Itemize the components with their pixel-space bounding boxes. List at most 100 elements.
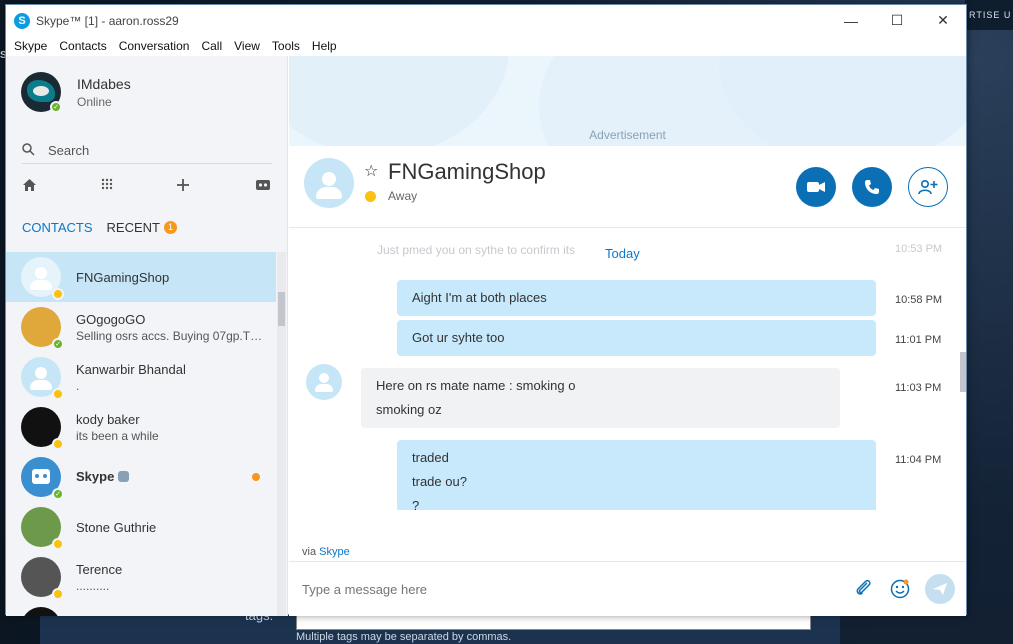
- away-status-icon: [365, 191, 376, 202]
- menu-tools[interactable]: Tools: [266, 39, 306, 53]
- message-composer: [289, 561, 966, 616]
- voice-call-button[interactable]: [852, 167, 892, 207]
- faded-message: Just pmed you on sythe to confirm its: [377, 243, 576, 257]
- advertisement-banner[interactable]: Advertisement: [289, 56, 966, 146]
- message-text: traded: [412, 450, 449, 465]
- conversation-header: ☆ FNGamingShop Away: [289, 146, 966, 228]
- contact-mood: ..........: [76, 578, 110, 593]
- profile-status[interactable]: Online: [77, 95, 131, 109]
- profile-name: IMdabes: [77, 75, 131, 92]
- contact-mood: .: [76, 378, 80, 393]
- profile-card[interactable]: ✓ IMdabes Online: [21, 72, 131, 113]
- contact-row[interactable]: ✓ Skype: [6, 452, 276, 502]
- message-bubble[interactable]: Aight I'm at both places: [397, 280, 876, 316]
- avatar[interactable]: [306, 364, 342, 400]
- contact-name: GOgogoGO: [76, 311, 146, 327]
- contact-row[interactable]: Stone Guthrie: [6, 502, 276, 552]
- message-text: smoking oz: [376, 402, 442, 417]
- contact-name: Kanwarbir Bhandal: [76, 361, 186, 377]
- message-bubble[interactable]: traded trade ou? ?: [397, 440, 876, 510]
- online-status-icon: ✓: [52, 338, 64, 350]
- avatar: ✓: [21, 457, 64, 500]
- contact-row[interactable]: [6, 602, 276, 616]
- favorite-star-icon[interactable]: ☆: [364, 161, 378, 181]
- dialpad-icon[interactable]: [101, 178, 113, 197]
- contact-mood: Selling osrs accs. Buying 07gp.Th...: [76, 328, 266, 343]
- conversation-pane: Advertisement ☆ FNGamingShop Away Just p…: [289, 56, 966, 616]
- contact-name: Terence: [76, 561, 123, 577]
- avatar: [21, 357, 64, 400]
- away-status-icon: [52, 388, 64, 400]
- contact-mood: its been a while: [76, 428, 159, 443]
- contact-row[interactable]: kody baker its been a while: [6, 402, 276, 452]
- tab-recent-label: RECENT: [106, 220, 160, 235]
- contact-list-scrollbar[interactable]: [277, 252, 286, 616]
- menu-conversation[interactable]: Conversation: [113, 39, 196, 53]
- attach-file-icon[interactable]: [855, 579, 873, 602]
- contact-row[interactable]: ✓ GOgogoGO Selling osrs accs. Buying 07gp…: [6, 302, 276, 352]
- contact-row[interactable]: Terence..........: [6, 552, 276, 602]
- contact-row[interactable]: Kanwarbir Bhandal.: [6, 352, 276, 402]
- sidebar-toolbar: [22, 178, 272, 197]
- avatar[interactable]: [304, 158, 354, 208]
- skype-logo-icon: S: [14, 12, 30, 29]
- contact-tabs: CONTACTS RECENT 1: [22, 220, 191, 235]
- tags-hint: Multiple tags may be separated by commas…: [296, 631, 512, 643]
- maximize-button[interactable]: ☐: [874, 5, 920, 36]
- message-text: ?: [412, 498, 420, 510]
- tab-contacts[interactable]: CONTACTS: [22, 220, 93, 235]
- message-text: trade ou?: [412, 474, 467, 489]
- window-title: Skype™ [1] - aaron.ross29: [36, 13, 179, 28]
- verified-icon: [118, 471, 130, 483]
- bot-icon[interactable]: [254, 178, 272, 197]
- away-status-icon: [52, 538, 64, 550]
- message-input[interactable]: [302, 582, 822, 597]
- add-participant-button[interactable]: [908, 167, 948, 207]
- search-icon: [22, 142, 38, 159]
- home-icon[interactable]: [22, 178, 37, 197]
- message-time: 11:04 PM: [895, 454, 942, 466]
- via-skype-link[interactable]: Skype: [319, 546, 350, 558]
- faded-message-time: 10:53 PM: [895, 243, 943, 255]
- contact-name: FNGamingShop: [76, 269, 170, 285]
- via-label: via Skype: [302, 546, 350, 558]
- minimize-button[interactable]: —: [828, 5, 874, 36]
- search-box[interactable]: Search: [22, 138, 272, 164]
- contact-list: FNGamingShop ✓ GOgogoGO Selling osrs accs…: [6, 252, 276, 616]
- message-time: 10:58 PM: [895, 294, 943, 306]
- desktop-banner-text: RTISE U: [965, 0, 1013, 30]
- contact-name: kody baker: [76, 411, 140, 427]
- avatar: [21, 257, 64, 300]
- send-button[interactable]: [925, 574, 955, 604]
- tab-recent[interactable]: RECENT 1: [107, 220, 177, 235]
- message-scrollbar[interactable]: [960, 352, 966, 392]
- contact-row[interactable]: FNGamingShop: [6, 252, 276, 302]
- conversation-title: FNGamingShop: [388, 159, 546, 184]
- via-prefix: via: [302, 546, 317, 558]
- message-text: Aight I'm at both places: [412, 290, 547, 305]
- away-status-icon: [52, 288, 64, 300]
- avatar: [21, 557, 64, 600]
- menu-help[interactable]: Help: [306, 39, 343, 53]
- contact-name: Skype: [76, 469, 115, 484]
- message-bubble[interactable]: Got ur syhte too: [397, 320, 876, 356]
- close-button[interactable]: ✕: [920, 5, 966, 36]
- message-text: Got ur syhte too: [412, 330, 505, 345]
- away-status-icon: [52, 438, 64, 450]
- avatar: [21, 607, 61, 616]
- add-icon[interactable]: [176, 178, 190, 197]
- menu-contacts[interactable]: Contacts: [53, 39, 112, 53]
- add-person-icon: [918, 179, 938, 195]
- menu-skype[interactable]: Skype: [8, 39, 53, 53]
- skype-window: S Skype™ [1] - aaron.ross29 — ☐ ✕ Skype …: [5, 4, 967, 616]
- menu-bar: Skype Contacts Conversation Call View To…: [6, 36, 966, 56]
- emoticon-icon[interactable]: [890, 579, 910, 604]
- message-bubble[interactable]: Here on rs mate name : smoking o smoking…: [361, 368, 840, 428]
- message-text: Here on rs mate name : smoking o: [376, 378, 576, 393]
- menu-view[interactable]: View: [228, 39, 266, 53]
- video-call-button[interactable]: [796, 167, 836, 207]
- avatar: ✓: [21, 307, 64, 350]
- menu-call[interactable]: Call: [195, 39, 228, 53]
- recent-count-badge: 1: [164, 221, 177, 234]
- sidebar: ✓ IMdabes Online Search CONTACTS RECENT …: [6, 56, 288, 616]
